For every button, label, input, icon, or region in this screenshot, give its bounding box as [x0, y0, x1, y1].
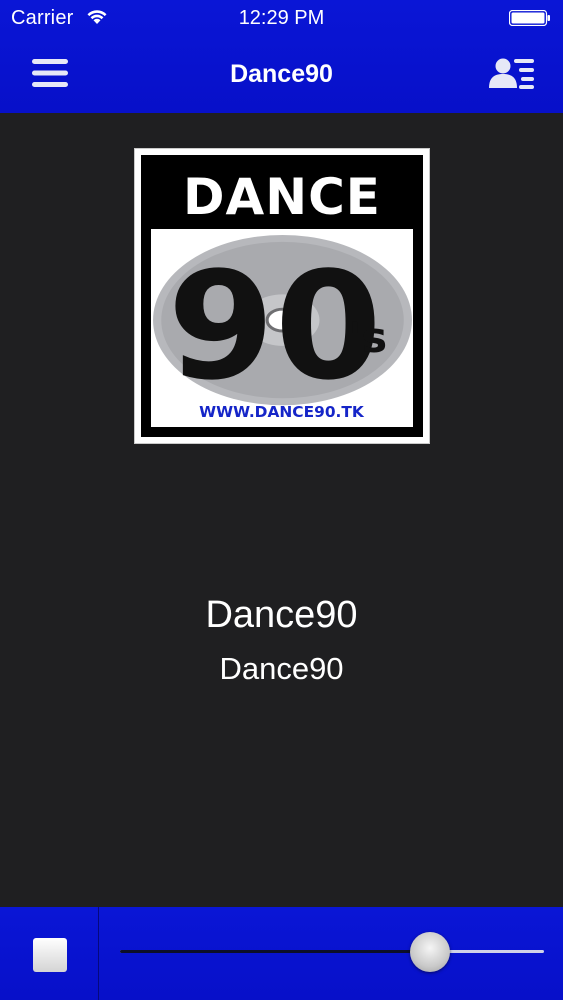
- now-playing-subtitle: Dance90: [219, 651, 344, 686]
- artwork-band-text: DANCE: [183, 168, 381, 226]
- artwork-suffix-text: 's: [348, 313, 387, 361]
- nav-bar: Dance90: [0, 38, 563, 113]
- artwork-url-text: WWW.DANCE90.TK: [199, 403, 365, 421]
- page-title: Dance90: [230, 60, 333, 88]
- station-artwork: DANCE 90 's WWW.DANCE90.TK: [134, 148, 430, 444]
- player-bar: [0, 907, 563, 1000]
- top-bar: Carrier 12:29 PM Dance90: [0, 0, 563, 113]
- now-playing-title: Dance90: [205, 594, 358, 636]
- stop-button-area: [0, 907, 99, 1000]
- status-bar: Carrier 12:29 PM: [0, 0, 563, 38]
- volume-slider[interactable]: [120, 932, 544, 972]
- volume-thumb[interactable]: [409, 932, 450, 972]
- stop-icon[interactable]: [33, 938, 67, 972]
- status-time: 12:29 PM: [238, 7, 325, 29]
- battery-icon: [509, 10, 550, 26]
- volume-fill: [120, 950, 430, 953]
- contacts-list-icon[interactable]: [488, 56, 536, 90]
- artwork-frame: DANCE 90 's WWW.DANCE90.TK: [141, 155, 423, 437]
- radio-app: Carrier 12:29 PM Dance90 DANCE 90 's WWW…: [0, 0, 563, 1000]
- artwork-disc-image: 90 's WWW.DANCE90.TK: [151, 229, 413, 427]
